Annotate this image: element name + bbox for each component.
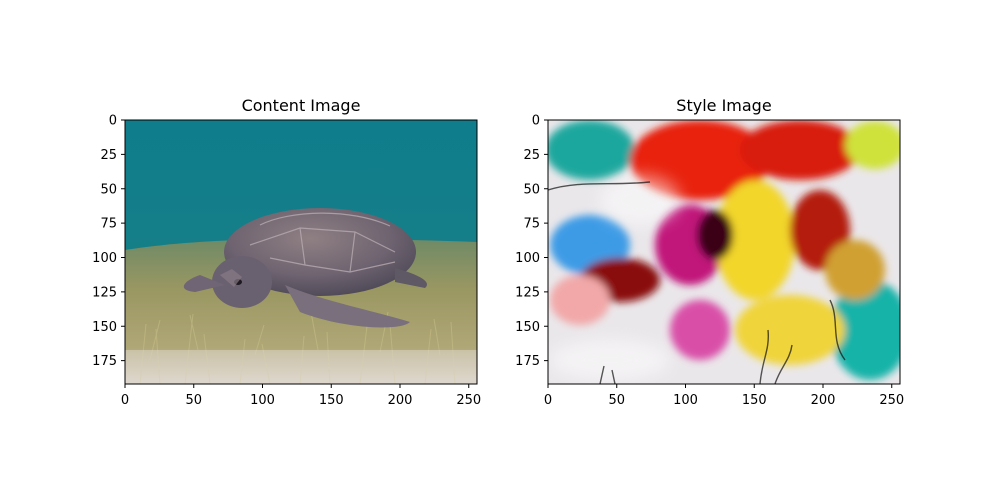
content-y-tick-label: 75 bbox=[100, 217, 117, 232]
style-x-tick-label: 50 bbox=[608, 393, 625, 408]
content-x-tick-label: 0 bbox=[121, 393, 129, 408]
style-y-axis: 0 25 50 75 100 125 150 175 bbox=[515, 114, 548, 369]
style-y-tick-label: 75 bbox=[523, 217, 540, 232]
content-y-tick-label: 100 bbox=[92, 251, 117, 266]
content-x-tick-label: 50 bbox=[185, 393, 202, 408]
content-y-axis: 0 25 50 75 100 125 150 175 bbox=[92, 114, 125, 369]
style-x-tick-label: 0 bbox=[544, 393, 552, 408]
style-y-tick-label: 50 bbox=[523, 182, 540, 197]
content-image-panel: Content Image 0 50 100 150 200 250 02550… bbox=[92, 96, 481, 408]
style-y-tick-label: 125 bbox=[515, 285, 540, 300]
style-image bbox=[548, 120, 900, 384]
content-y-tick-label: 175 bbox=[92, 354, 117, 369]
content-y-tick-label: 50 bbox=[100, 182, 117, 197]
style-y-tick-label: 0 bbox=[532, 114, 540, 129]
content-y-tick-label: 150 bbox=[92, 320, 117, 335]
content-x-tick-label: 100 bbox=[250, 393, 275, 408]
content-image-title: Content Image bbox=[242, 96, 361, 115]
content-y-tick-label: 25 bbox=[100, 148, 117, 163]
style-y-tick-label: 100 bbox=[515, 251, 540, 266]
style-x-tick-label: 150 bbox=[742, 393, 767, 408]
content-x-tick-label: 200 bbox=[388, 393, 413, 408]
content-x-tick-label: 150 bbox=[319, 393, 344, 408]
style-image-title: Style Image bbox=[676, 96, 771, 115]
style-y-tick-label: 175 bbox=[515, 354, 540, 369]
content-x-tick-label: 250 bbox=[456, 393, 481, 408]
style-x-tick-label: 200 bbox=[811, 393, 836, 408]
style-image-panel: Style Image 0 50 100 150 200 250 0255075… bbox=[515, 96, 904, 408]
style-y-tick-label: 25 bbox=[523, 148, 540, 163]
figure: Content Image 0 50 100 150 200 250 02550… bbox=[92, 96, 904, 408]
content-x-axis: 0 50 100 150 200 250 bbox=[121, 384, 481, 408]
style-x-tick-label: 250 bbox=[879, 393, 904, 408]
style-x-tick-label: 100 bbox=[673, 393, 698, 408]
content-image bbox=[125, 120, 477, 384]
content-y-tick-label: 0 bbox=[109, 114, 117, 129]
style-y-tick-label: 150 bbox=[515, 320, 540, 335]
content-y-tick-label: 125 bbox=[92, 285, 117, 300]
style-x-axis: 0 50 100 150 200 250 bbox=[544, 384, 904, 408]
